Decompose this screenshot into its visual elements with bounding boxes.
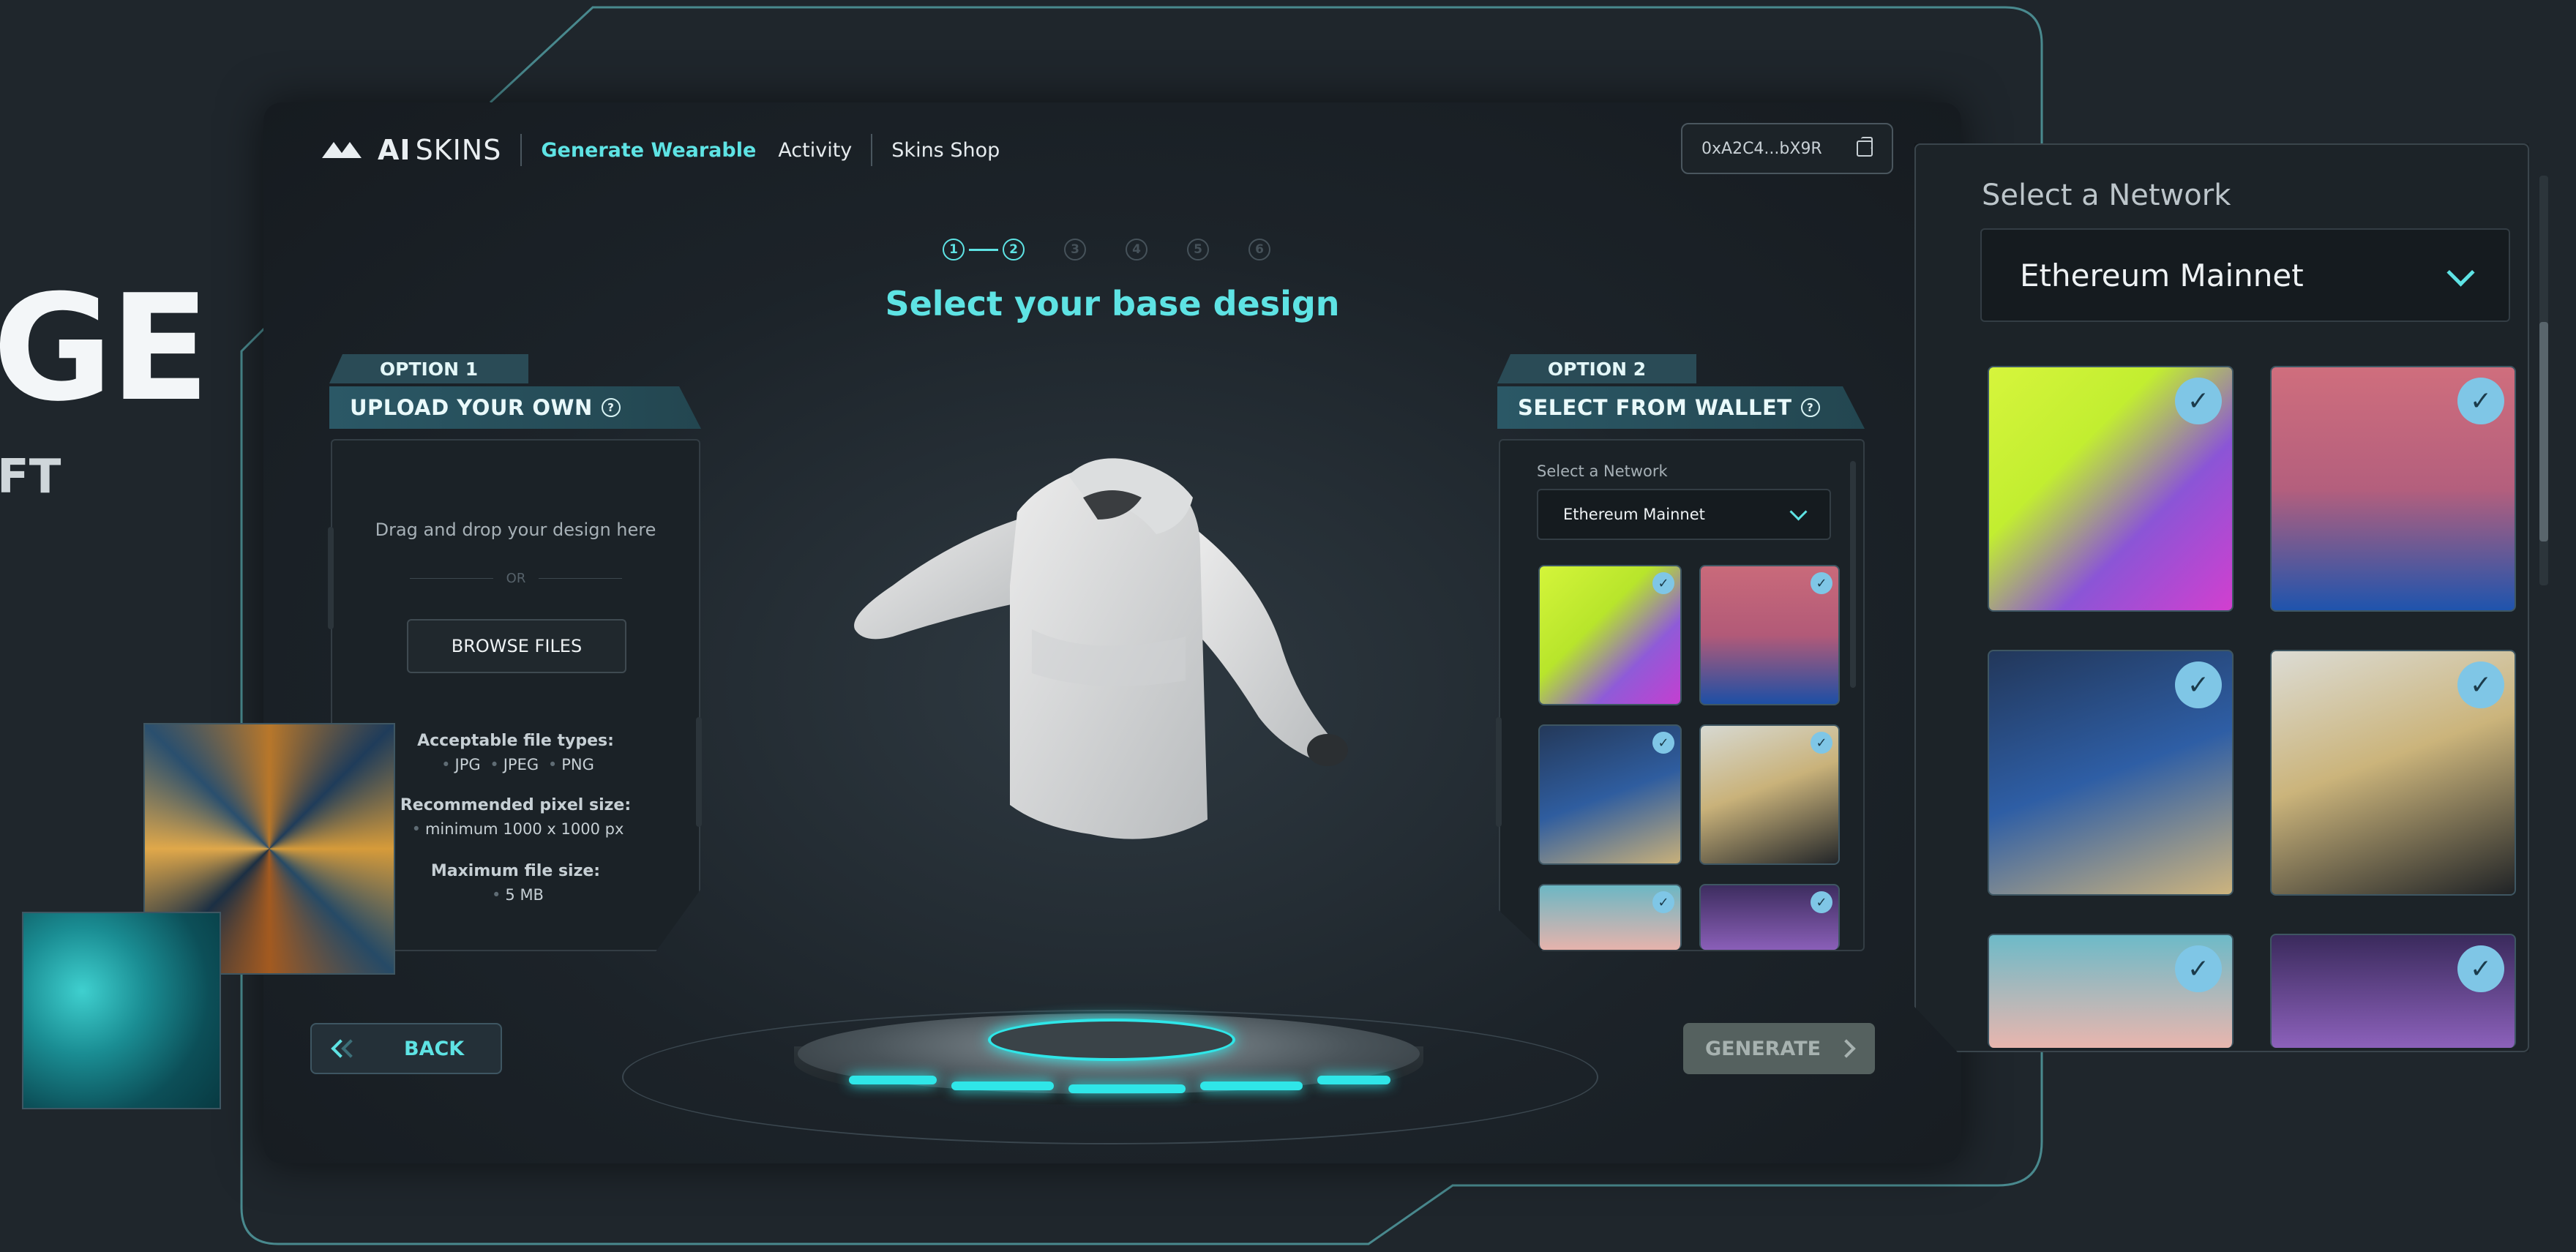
nft-card[interactable]: ✓ (1538, 724, 1682, 865)
step-4: 4 (1126, 239, 1147, 260)
divider (520, 134, 523, 166)
check-icon: ✓ (2457, 661, 2504, 708)
generate-button[interactable]: GENERATE (1683, 1023, 1875, 1074)
option1-heading: UPLOAD YOUR OWN ? (329, 386, 701, 429)
step-5: 5 (1187, 239, 1209, 260)
zoom-network-dropdown[interactable]: Ethereum Mainnet (1980, 228, 2510, 322)
check-icon: ✓ (2175, 945, 2222, 992)
progress-stepper: 1 2 3 4 5 6 (943, 239, 1270, 260)
zoom-nft-card[interactable]: ✓ (2270, 934, 2516, 1048)
file-type-jpeg: JPEG (503, 756, 539, 773)
step-3: 3 (1064, 239, 1086, 260)
max-size-value: 5 MB (505, 886, 544, 904)
wallet-scrollbar-left[interactable] (1496, 717, 1502, 827)
step-connector (969, 248, 998, 251)
scrollbar-left[interactable] (328, 527, 334, 629)
zoom-nft-card[interactable]: ✓ (2270, 650, 2516, 896)
nft-card[interactable]: ✓ (1699, 724, 1840, 865)
or-text: OR (506, 571, 526, 586)
nft-card[interactable]: ✓ (1699, 565, 1840, 705)
platform-light (1200, 1082, 1303, 1090)
zoom-scrollbar[interactable] (2539, 176, 2548, 585)
wallet-address-button[interactable]: 0xA2C4...bX9R (1681, 123, 1893, 174)
back-label: BACK (404, 1037, 465, 1060)
hoodie-preview[interactable] (849, 439, 1368, 907)
brand-skins-text: SKINS (415, 134, 502, 166)
option1-tab: OPTION 1 (329, 354, 528, 383)
nav-generate-wearable[interactable]: Generate Wearable (541, 139, 756, 162)
info-icon[interactable]: ? (1801, 398, 1820, 417)
network-label: Select a Network (1537, 462, 1668, 480)
generate-label: GENERATE (1705, 1037, 1821, 1060)
platform-light (1317, 1076, 1390, 1084)
step-1[interactable]: 1 (943, 239, 965, 260)
step-6: 6 (1248, 239, 1270, 260)
platform-center (988, 1019, 1235, 1061)
back-button[interactable]: BACK (310, 1023, 502, 1074)
platform-light (951, 1082, 1054, 1090)
logo-icon (322, 142, 367, 158)
file-type-jpg: JPG (454, 756, 481, 773)
check-icon: ✓ (2175, 378, 2222, 424)
check-icon: ✓ (1811, 891, 1832, 913)
nft-card[interactable]: ✓ (1538, 884, 1682, 950)
brand-logo[interactable]: AI SKINS (322, 134, 501, 166)
option2-heading-text: SELECT FROM WALLET (1518, 395, 1792, 420)
check-icon: ✓ (2175, 661, 2222, 708)
nav-skins-shop[interactable]: Skins Shop (891, 139, 1000, 162)
check-icon: ✓ (2457, 945, 2504, 992)
file-type-png: PNG (561, 756, 594, 773)
zoom-scrollbar-thumb[interactable] (2539, 322, 2548, 541)
chevron-right-icon (1837, 1039, 1856, 1058)
option1-heading-text: UPLOAD YOUR OWN (350, 395, 593, 420)
network-dropdown[interactable]: Ethereum Mainnet (1537, 489, 1831, 540)
zoom-nft-card[interactable]: ✓ (1988, 650, 2234, 896)
copy-icon[interactable] (1857, 137, 1873, 157)
step-2[interactable]: 2 (1003, 239, 1025, 260)
zoom-nft-card[interactable]: ✓ (1988, 934, 2234, 1048)
hero-subheadline: FT (0, 450, 61, 504)
check-icon: ✓ (1811, 572, 1832, 594)
check-icon: ✓ (2457, 378, 2504, 424)
check-icon: ✓ (1652, 732, 1674, 754)
drag-drop-text: Drag and drop your design here (375, 520, 656, 540)
hero-headline: GE (0, 263, 210, 434)
nft-card[interactable]: ✓ (1699, 884, 1840, 950)
zoom-nft-card[interactable]: ✓ (2270, 366, 2516, 612)
check-icon: ✓ (1811, 732, 1832, 754)
browse-files-button[interactable]: BROWSE FILES (407, 619, 626, 673)
option2-heading: SELECT FROM WALLET ? (1497, 386, 1865, 429)
top-bar: AI SKINS Generate Wearable Activity Skin… (322, 128, 1000, 172)
wallet-scrollbar[interactable] (1850, 461, 1856, 688)
nft-card[interactable]: ✓ (1538, 565, 1682, 705)
nav-activity[interactable]: Activity (778, 139, 852, 162)
network-value: Ethereum Mainnet (1563, 506, 1705, 523)
chevron-left-icon (341, 1039, 360, 1058)
divider (871, 134, 873, 166)
pixel-size-value: minimum 1000 x 1000 px (424, 820, 624, 838)
page-title: Select your base design (885, 284, 1340, 323)
zoom-nft-card[interactable]: ✓ (1988, 366, 2234, 612)
zoom-network-value: Ethereum Mainnet (2020, 257, 2304, 293)
zoom-network-label: Select a Network (1982, 179, 2231, 212)
option2-tab: OPTION 2 (1497, 354, 1696, 383)
wallet-address: 0xA2C4...bX9R (1701, 139, 1822, 158)
chevron-down-icon (1789, 502, 1808, 521)
or-divider: OR (410, 571, 622, 586)
info-icon[interactable]: ? (602, 398, 621, 417)
platform-light (849, 1076, 937, 1084)
platform-light (1068, 1084, 1186, 1093)
check-icon: ✓ (1652, 891, 1674, 913)
brand-ai-text: AI (378, 134, 411, 166)
chevron-down-icon (2446, 258, 2475, 287)
artwork-teal-swirl (22, 912, 221, 1109)
check-icon: ✓ (1652, 572, 1674, 594)
